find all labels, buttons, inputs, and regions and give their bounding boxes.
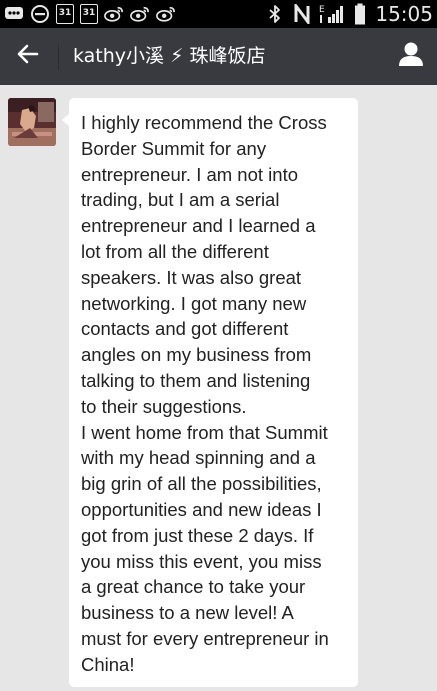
signal-icon: E <box>319 3 347 25</box>
minus-circle-icon <box>30 3 50 25</box>
profile-icon <box>398 41 424 71</box>
status-bar-notifications: 31 31 <box>4 3 176 25</box>
calendar-icon: 31 <box>56 4 74 24</box>
header-divider <box>58 44 59 70</box>
calendar-icon: 31 <box>80 4 98 24</box>
battery-icon <box>354 3 366 25</box>
weibo-icon <box>104 3 124 25</box>
bluetooth-icon <box>265 3 285 25</box>
weibo-icon <box>156 3 176 25</box>
chat-info-button[interactable] <box>391 36 431 76</box>
status-time: 15:05 <box>375 2 433 26</box>
chat-header: kathy小溪 ⚡ 珠峰饭店 <box>0 28 437 85</box>
weibo-icon <box>130 3 150 25</box>
sender-avatar[interactable] <box>8 98 56 146</box>
chat-dots-icon <box>4 3 24 25</box>
message-text: I highly recommend the Cross Border Summ… <box>81 112 329 675</box>
message-bubble[interactable]: I highly recommend the Cross Border Summ… <box>69 98 358 687</box>
nfc-icon <box>292 3 312 25</box>
status-bar-system: E 15:05 <box>265 2 433 26</box>
back-arrow-icon <box>17 44 39 68</box>
network-type-label: E <box>319 5 325 15</box>
back-button[interactable] <box>8 36 48 76</box>
status-bar: 31 31 E 15:05 <box>0 0 437 28</box>
chat-title: kathy小溪 ⚡ 珠峰饭店 <box>73 45 266 67</box>
